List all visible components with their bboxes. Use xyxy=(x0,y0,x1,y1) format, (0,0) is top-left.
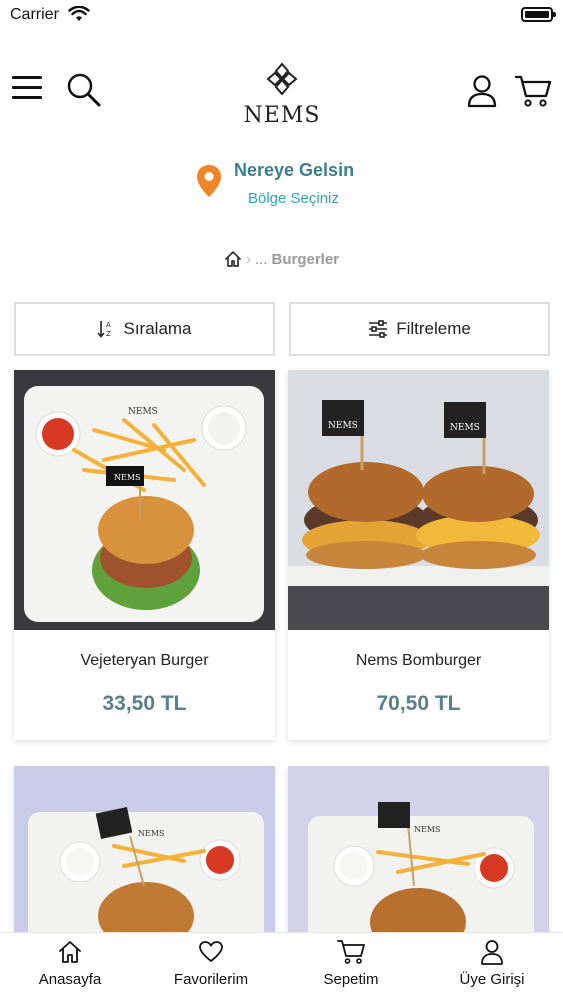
select-region-link[interactable]: Bölge Seçiniz xyxy=(248,190,339,207)
search-button[interactable] xyxy=(66,72,102,108)
svg-text:A: A xyxy=(106,321,111,329)
product-image: NEMS NEMS xyxy=(288,370,549,630)
tab-cart[interactable]: Sepetim xyxy=(281,933,421,1000)
logo-emblem-icon xyxy=(266,62,298,96)
svg-text:NEMS: NEMS xyxy=(450,423,480,433)
svg-text:NEMS: NEMS xyxy=(138,829,165,838)
tab-home-label: Anasayfa xyxy=(38,971,102,988)
user-icon xyxy=(467,75,497,108)
delivery-location[interactable]: Nereye Gelsin Bölge Seçiniz xyxy=(0,158,563,218)
filter-button[interactable]: Filtreleme xyxy=(289,302,550,356)
tab-favorites[interactable]: Favorilerim xyxy=(141,933,281,1000)
menu-icon-bar xyxy=(12,76,42,79)
breadcrumb-current: Burgerler xyxy=(271,250,340,268)
breadcrumb: › ... Burgerler xyxy=(0,250,563,274)
wifi-icon xyxy=(68,6,90,21)
product-image: NEMS xyxy=(14,766,275,946)
product-name: Vejeteryan Burger xyxy=(80,652,209,669)
svg-text:Z: Z xyxy=(106,330,111,338)
menu-button[interactable] xyxy=(12,76,42,102)
location-title: Nereye Gelsin xyxy=(234,160,355,180)
sort-az-icon: A Z xyxy=(97,321,111,338)
svg-text:NEMS: NEMS xyxy=(328,421,358,431)
product-price: 70,50 TL xyxy=(376,692,461,715)
product-card[interactable]: NEMS xyxy=(14,766,275,946)
home-breadcrumb-icon[interactable] xyxy=(224,250,242,268)
brand-logo[interactable]: NEMS xyxy=(240,62,324,128)
cart-icon xyxy=(514,75,552,107)
tab-favorites-label: Favorilerim xyxy=(173,971,249,988)
breadcrumb-ellipsis[interactable]: ... xyxy=(255,251,268,268)
account-button[interactable] xyxy=(466,74,498,108)
list-actions: A Z Sıralama Filtreleme xyxy=(14,302,550,358)
tab-login-label: Üye Girişi xyxy=(459,971,525,988)
svg-text:NEMS: NEMS xyxy=(414,825,441,834)
product-image: NEMS xyxy=(288,766,549,946)
product-card[interactable]: NEMS xyxy=(288,766,549,946)
location-pin-icon xyxy=(197,165,221,197)
sort-label: Sıralama xyxy=(123,319,192,338)
battery-icon xyxy=(521,7,556,22)
carrier-label: Carrier xyxy=(10,6,59,23)
product-image: NEMS NEMS xyxy=(14,370,275,630)
cart-icon xyxy=(337,940,365,964)
product-card[interactable]: NEMS NEMS Nems Bomburger 70,50 TL xyxy=(288,370,549,740)
home-icon xyxy=(59,941,81,963)
user-icon xyxy=(481,940,503,965)
bottom-tab-bar: Anasayfa Favorilerim Sepetim Üye Girişi xyxy=(0,932,563,1000)
product-name: Nems Bomburger xyxy=(355,652,482,669)
svg-text:NEMS: NEMS xyxy=(114,473,141,482)
tab-home[interactable]: Anasayfa xyxy=(0,933,140,1000)
product-price: 33,50 TL xyxy=(102,692,187,715)
menu-icon-bar xyxy=(12,96,42,99)
search-icon xyxy=(67,73,101,107)
status-bar: Carrier xyxy=(0,0,563,30)
svg-text:NEMS: NEMS xyxy=(128,407,158,417)
product-card[interactable]: NEMS NEMS Vejeteryan Burger 33,50 TL xyxy=(14,370,275,740)
tab-login[interactable]: Üye Girişi xyxy=(422,933,562,1000)
filter-sliders-icon xyxy=(369,320,388,338)
heart-icon xyxy=(199,941,223,962)
sort-button[interactable]: A Z Sıralama xyxy=(14,302,275,356)
app-header: NEMS xyxy=(0,58,563,128)
logo-text: NEMS xyxy=(243,103,321,128)
menu-icon-bar xyxy=(12,86,42,89)
breadcrumb-separator: › xyxy=(245,250,251,268)
filter-label: Filtreleme xyxy=(396,319,471,338)
tab-cart-label: Sepetim xyxy=(323,971,379,988)
cart-button[interactable] xyxy=(514,74,552,108)
